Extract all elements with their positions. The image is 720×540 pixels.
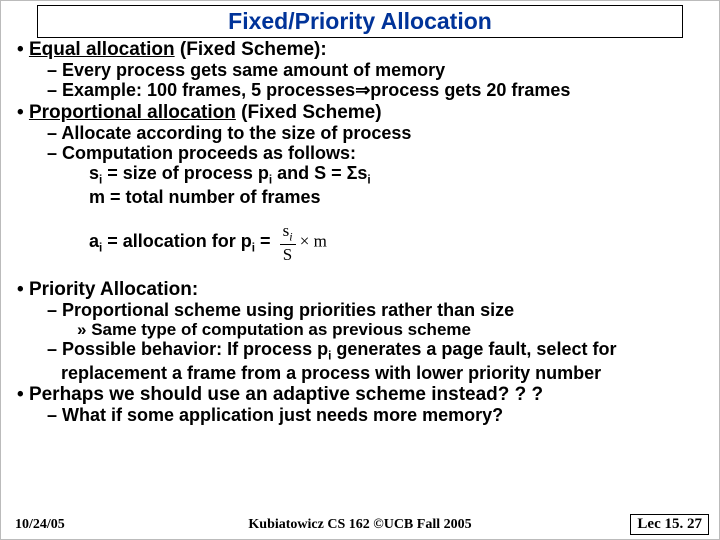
text: =: [255, 231, 276, 251]
frac-num-i: i: [289, 229, 292, 243]
sub-sub-bullet: Same type of computation as previous sch…: [15, 320, 707, 339]
prop-alloc-label: Proportional allocation: [29, 102, 236, 123]
equal-alloc-label: Equal allocation: [29, 39, 175, 60]
prop-alloc-rest: (Fixed Scheme): [236, 102, 382, 123]
var-a: a: [89, 231, 99, 251]
text: and S = Σs: [272, 163, 367, 183]
sub-bullet: What if some application just needs more…: [15, 405, 707, 425]
bullet-priority-allocation: Priority Allocation:: [15, 279, 707, 300]
sub-bullet: Possible behavior: If process pi generat…: [15, 339, 707, 383]
bullet-proportional-allocation: Proportional allocation (Fixed Scheme): [15, 102, 707, 123]
equal-alloc-rest: (Fixed Scheme):: [175, 39, 327, 60]
text: = size of process p: [102, 163, 269, 183]
footer-lec-number: Lec 15. 27: [630, 514, 709, 535]
var-s: s: [89, 163, 99, 183]
bullet-adaptive-scheme: Perhaps we should use an adaptive scheme…: [15, 384, 707, 405]
computation-line: si = size of process pi and S = Σsi: [15, 163, 707, 187]
sub-bullet: Every process gets same amount of memory: [15, 60, 707, 80]
slide-content: Equal allocation (Fixed Scheme): Every p…: [1, 39, 719, 425]
frac-mult: × m: [296, 231, 327, 250]
sub-bullet: Allocate according to the size of proces…: [15, 123, 707, 143]
text: Possible behavior: If process p: [62, 339, 328, 359]
fraction: siS × m: [276, 221, 327, 264]
sub-i: i: [367, 174, 370, 187]
sub-bullet: Computation proceeds as follows:: [15, 143, 707, 163]
spacer: [15, 207, 707, 221]
sub-bullet: Proportional scheme using priorities rat…: [15, 300, 707, 320]
frac-den: S: [280, 245, 296, 264]
bullet-equal-allocation: Equal allocation (Fixed Scheme):: [15, 39, 707, 60]
slide-title: Fixed/Priority Allocation: [37, 5, 683, 38]
sub-bullet: Example: 100 frames, 5 processes⇒process…: [15, 80, 707, 100]
computation-line: m = total number of frames: [15, 187, 707, 207]
text: = allocation for p: [102, 231, 252, 251]
slide: Fixed/Priority Allocation Equal allocati…: [0, 0, 720, 540]
computation-line: ai = allocation for pi = siS × m: [15, 221, 707, 264]
spacer: [15, 264, 707, 278]
footer-course: Kubiatowicz CS 162 ©UCB Fall 2005: [1, 517, 719, 533]
